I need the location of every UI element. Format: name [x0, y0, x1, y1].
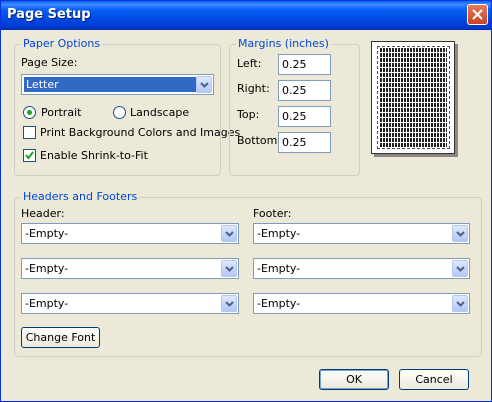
close-button[interactable] — [467, 4, 488, 25]
chevron-down-icon — [224, 230, 234, 237]
footer-label: Footer: — [253, 207, 292, 220]
footer-select-3[interactable]: -Empty- — [253, 293, 470, 314]
margin-top-input[interactable]: 0.25 — [278, 106, 331, 127]
header-select-3[interactable]: -Empty- — [21, 293, 239, 314]
preview-page-content — [377, 46, 450, 149]
chevron-down-icon — [224, 300, 234, 307]
page-size-value: Letter — [24, 77, 211, 92]
ok-button[interactable]: OK — [319, 369, 389, 390]
header-select-2[interactable]: -Empty- — [21, 258, 239, 279]
page-preview — [371, 41, 455, 154]
chevron-down-icon — [224, 265, 234, 272]
margins-label: Margins (inches) — [236, 37, 331, 50]
close-icon — [472, 9, 483, 20]
change-font-button[interactable]: Change Font — [21, 327, 100, 348]
landscape-radio[interactable] — [113, 106, 126, 119]
header-2-dropdown-button[interactable] — [221, 260, 237, 277]
headers-footers-label: Headers and Footers — [21, 190, 140, 203]
page-size-label: Page Size: — [21, 56, 78, 69]
header-3-dropdown-button[interactable] — [221, 295, 237, 312]
chevron-down-icon — [199, 81, 209, 88]
margin-top-label: Top: — [237, 108, 260, 121]
margin-left-label: Left: — [237, 57, 262, 70]
page-size-dropdown-button[interactable] — [196, 76, 212, 93]
page-setup-dialog: Page Setup Paper Options Page Size: Lett… — [0, 0, 492, 402]
chevron-down-icon — [455, 230, 465, 237]
margin-right-input[interactable]: 0.25 — [278, 80, 331, 101]
chevron-down-icon — [455, 265, 465, 272]
checkmark-icon — [25, 151, 34, 160]
footer-select-2[interactable]: -Empty- — [253, 258, 470, 279]
print-background-label[interactable]: Print Background Colors and Images — [40, 126, 240, 139]
change-font-label: Change Font — [25, 331, 96, 344]
radio-selected-dot — [27, 110, 32, 115]
header-select-1[interactable]: -Empty- — [21, 223, 239, 244]
header-1-dropdown-button[interactable] — [221, 225, 237, 242]
cancel-button[interactable]: Cancel — [399, 369, 469, 390]
margin-left-input[interactable]: 0.25 — [278, 54, 331, 75]
footer-3-dropdown-button[interactable] — [452, 295, 468, 312]
title-bar[interactable]: Page Setup — [1, 1, 491, 30]
print-background-checkbox[interactable] — [23, 126, 36, 139]
header-label: Header: — [21, 207, 65, 220]
margin-right-label: Right: — [237, 82, 270, 95]
footer-2-dropdown-button[interactable] — [452, 260, 468, 277]
chevron-down-icon — [455, 300, 465, 307]
paper-options-label: Paper Options — [21, 37, 103, 50]
footer-select-1[interactable]: -Empty- — [253, 223, 470, 244]
cancel-label: Cancel — [415, 373, 453, 386]
landscape-label[interactable]: Landscape — [130, 106, 189, 119]
page-size-select[interactable]: Letter — [21, 74, 214, 95]
margin-bottom-input[interactable]: 0.25 — [278, 132, 331, 153]
portrait-label[interactable]: Portrait — [41, 106, 81, 119]
margin-bottom-label: Bottom: — [237, 134, 282, 147]
shrink-to-fit-checkbox[interactable] — [23, 149, 36, 162]
ok-label: OK — [346, 373, 362, 386]
portrait-radio[interactable] — [23, 106, 36, 119]
window-title: Page Setup — [7, 7, 91, 22]
shrink-to-fit-label[interactable]: Enable Shrink-to-Fit — [40, 149, 148, 162]
footer-1-dropdown-button[interactable] — [452, 225, 468, 242]
